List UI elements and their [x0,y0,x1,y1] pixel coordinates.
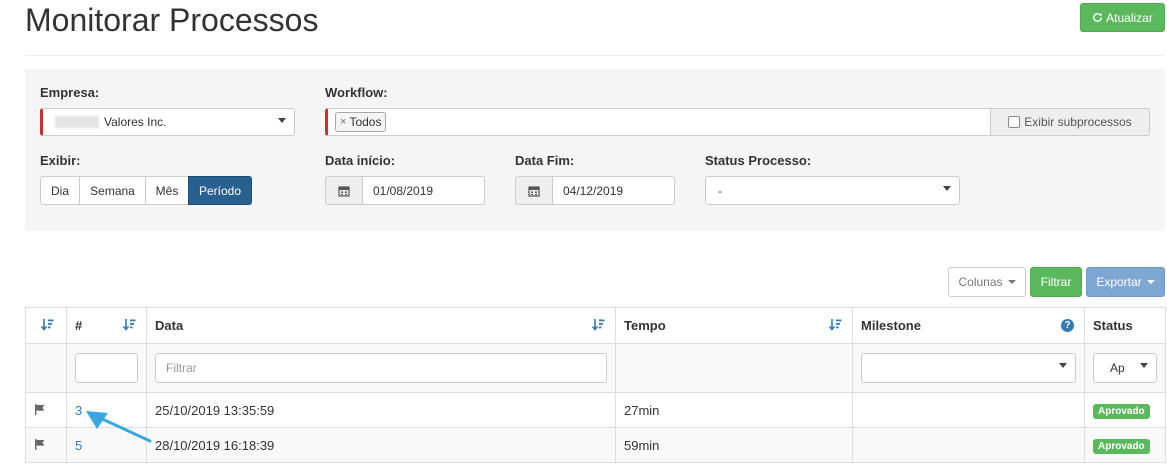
milestone-column-header[interactable]: Milestone ? [852,307,1085,344]
exibir-label: Exibir: [40,153,81,168]
status-badge: Aprovado [1093,403,1150,419]
flag-icon[interactable] [34,403,46,415]
exibir-dia-button[interactable]: Dia [40,176,80,205]
data-inicio-input[interactable]: 01/08/2019 [363,176,485,205]
flag-cell [25,427,67,463]
chevron-down-icon [1007,280,1016,284]
refresh-button[interactable]: Atualizar [1080,3,1165,32]
status-filter-value: Ap [1110,361,1125,375]
milestone-filter-select[interactable] [861,353,1076,383]
number-filter-input[interactable] [75,353,138,383]
data-inicio-label: Data início: [325,153,396,168]
chevron-down-icon [1146,280,1155,284]
calendar-glyph [528,185,540,197]
status-cell: Aprovado [1084,392,1166,428]
tempo-filter-cell [615,343,853,393]
flag-filter-cell [25,343,67,393]
milestone-filter-cell [852,343,1085,393]
milestone-cell [852,427,1085,463]
data-header-label: Data [155,318,184,333]
milestone-header-label: Milestone [861,318,921,333]
number-filter-cell [66,343,147,393]
filter-button[interactable]: Filtrar [1030,267,1082,297]
sort-desc-icon[interactable] [829,318,842,331]
calendar-icon[interactable] [515,176,553,205]
status-filter-select[interactable]: Ap [1093,353,1157,383]
redacted-text [55,116,99,128]
columns-button-label: Colunas [958,275,1003,289]
exibir-mes-button[interactable]: Mês [145,176,189,205]
tempo-header-label: Tempo [624,318,666,333]
columns-button[interactable]: Colunas [948,267,1026,297]
data-fim-label: Data Fim: [515,153,575,168]
table-filter-row: Filtrar Ap [25,343,1166,393]
workflow-multiselect[interactable]: × Todos [325,108,991,136]
chevron-down-icon [943,186,951,191]
page-title: Monitorar Processos [25,2,319,38]
annotation-arrow-icon [86,411,152,443]
chevron-down-icon [1140,363,1148,368]
question-circle-icon[interactable]: ? [1061,319,1074,332]
flag-icon[interactable] [34,438,46,450]
milestone-cell [852,392,1085,428]
empresa-select[interactable]: Valores Inc. [40,108,295,136]
status-filter-cell: Ap [1084,343,1166,393]
exibir-button-group: Dia Semana Mês Período [40,176,252,205]
status-column-header[interactable]: Status [1084,307,1166,344]
sort-desc-icon[interactable] [123,318,136,331]
process-table: # Data Tempo Milestone ? Status Filtrar … [25,307,1166,463]
data-cell: 28/10/2019 16:18:39 [146,427,616,463]
data-inicio-group: 01/08/2019 [325,176,485,205]
status-processo-select[interactable]: - [705,176,960,205]
tempo-column-header[interactable]: Tempo [615,307,853,344]
empresa-value: Valores Inc. [104,115,167,129]
calendar-glyph [338,185,350,197]
status-processo-label: Status Processo: [705,153,812,168]
workflow-tag-label: Todos [349,115,382,129]
data-fim-group: 04/12/2019 [515,176,675,205]
status-cell: Aprovado [1084,427,1166,463]
chevron-down-icon [278,118,286,123]
status-header-label: Status [1093,318,1133,333]
status-badge: Aprovado [1093,438,1150,454]
table-row[interactable]: 3 25/10/2019 13:35:59 27min Aprovado [25,392,1166,428]
data-filter-cell: Filtrar [146,343,616,393]
empresa-label: Empresa: [40,85,100,100]
tempo-cell: 59min [615,427,853,463]
subprocess-toggle[interactable]: Exibir subprocessos [990,108,1150,136]
number-column-header[interactable]: # [66,307,147,344]
workflow-tag-todos[interactable]: × Todos [335,112,387,132]
status-processo-value: - [718,183,722,198]
table-row[interactable]: 5 28/10/2019 16:18:39 59min Aprovado [25,427,1166,463]
subprocess-checkbox[interactable] [1008,116,1021,128]
sort-desc-icon[interactable] [41,318,54,331]
subprocess-label: Exibir subprocessos [1024,115,1132,129]
refresh-icon [1093,13,1103,22]
refresh-button-label: Atualizar [1106,10,1153,25]
workflow-label: Workflow: [325,85,388,100]
data-fim-input[interactable]: 04/12/2019 [553,176,675,205]
header-divider [25,55,1165,56]
filter-panel [25,69,1165,231]
flag-cell [25,392,67,428]
table-header-row: # Data Tempo Milestone ? Status [25,307,1166,344]
remove-tag-icon[interactable]: × [340,116,346,128]
number-header-label: # [75,318,83,333]
flag-column-header[interactable] [25,307,67,344]
export-button-label: Exportar [1096,275,1142,289]
exibir-semana-button[interactable]: Semana [79,176,146,205]
data-cell: 25/10/2019 13:35:59 [146,392,616,428]
calendar-icon[interactable] [325,176,363,205]
tempo-cell: 27min [615,392,853,428]
exibir-periodo-button[interactable]: Período [188,176,252,205]
export-button[interactable]: Exportar [1086,267,1165,297]
sort-desc-icon[interactable] [592,318,605,331]
data-filter-input[interactable]: Filtrar [155,353,607,383]
chevron-down-icon [1059,363,1067,368]
data-column-header[interactable]: Data [146,307,616,344]
